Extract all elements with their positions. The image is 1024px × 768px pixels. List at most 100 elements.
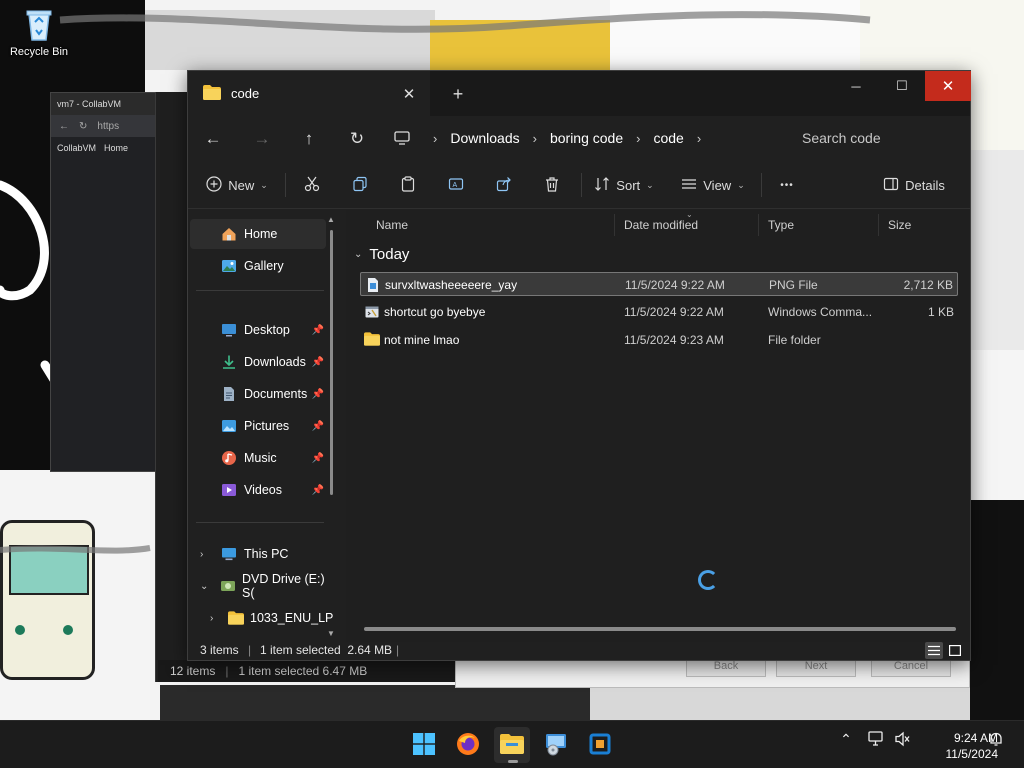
- group-header-today[interactable]: ⌄ Today: [354, 246, 409, 263]
- delete-button[interactable]: [538, 171, 566, 199]
- up-arrow-icon[interactable]: ↑: [294, 124, 324, 154]
- chevron-up-icon[interactable]: ⌃: [836, 731, 856, 748]
- breadcrumb-code[interactable]: code: [653, 130, 683, 146]
- sidebar-item-label: Videos: [244, 483, 282, 497]
- sidebar-item-1033-enu-lp[interactable]: › 1033_ENU_LP: [190, 603, 333, 633]
- sidebar-item-gallery[interactable]: Gallery: [190, 251, 326, 281]
- back-arrow-icon[interactable]: ←: [198, 124, 228, 154]
- firefox-button[interactable]: [450, 727, 486, 763]
- chevron-right-icon[interactable]: ›: [433, 131, 437, 146]
- column-header-size[interactable]: Size: [888, 218, 911, 232]
- more-options-button[interactable]: •••: [772, 171, 802, 199]
- chevron-down-icon: ⌄: [737, 179, 745, 190]
- refresh-icon[interactable]: ↻: [79, 121, 87, 132]
- details-view-icon[interactable]: [925, 642, 943, 659]
- background-browser-window[interactable]: vm7 - CollabVM ← ↻ https CollabVM Home: [50, 92, 160, 472]
- close-tab-icon[interactable]: ✕: [398, 83, 420, 105]
- chevron-right-icon[interactable]: ›: [533, 131, 537, 146]
- breadcrumb-downloads[interactable]: Downloads: [450, 130, 519, 146]
- column-header-date[interactable]: Date modified: [624, 218, 698, 232]
- sidebar-item-music[interactable]: Music 📌: [190, 443, 326, 473]
- chevron-right-icon[interactable]: ›: [210, 613, 213, 624]
- horizontal-scrollbar[interactable]: [364, 627, 956, 631]
- start-button[interactable]: [406, 727, 442, 763]
- column-header-name[interactable]: Name: [376, 218, 408, 232]
- sidebar-item-videos[interactable]: Videos 📌: [190, 475, 326, 505]
- sidebar-item-pictures[interactable]: Pictures 📌: [190, 411, 326, 441]
- file-row[interactable]: shortcut go byebye 11/5/2024 9:22 AM Win…: [360, 300, 958, 324]
- notification-bell-icon[interactable]: [986, 731, 1006, 747]
- column-divider[interactable]: [878, 214, 879, 236]
- volume-muted-icon[interactable]: [892, 731, 914, 747]
- network-icon[interactable]: [866, 731, 888, 747]
- sidebar-item-label: Gallery: [244, 259, 284, 273]
- file-row[interactable]: not mine lmao 11/5/2024 9:23 AM File fol…: [360, 328, 958, 352]
- minimize-button[interactable]: ─: [833, 71, 879, 101]
- recycle-bin-shortcut[interactable]: Recycle Bin: [6, 6, 72, 58]
- rename-icon: A: [448, 176, 464, 195]
- sort-button[interactable]: Sort ⌄: [592, 171, 656, 199]
- file-row[interactable]: survxltwasheeeeere_yay 11/5/2024 9:22 AM…: [360, 272, 958, 296]
- new-label: New: [228, 177, 255, 193]
- home-link[interactable]: Home: [104, 143, 128, 153]
- breadcrumb[interactable]: › Downloads › boring code › code ›: [394, 122, 782, 154]
- new-tab-button[interactable]: +: [446, 83, 470, 105]
- gallery-icon: [220, 257, 238, 275]
- column-header-type[interactable]: Type: [768, 218, 794, 232]
- scroll-down-icon[interactable]: ▼: [327, 629, 335, 638]
- chevron-down-icon[interactable]: ⌄: [354, 249, 362, 260]
- pin-icon[interactable]: 📌: [312, 485, 324, 496]
- file-explorer-icon: [500, 733, 524, 757]
- pin-icon[interactable]: 📌: [312, 453, 324, 464]
- sidebar-item-documents[interactable]: Documents 📌: [190, 379, 326, 409]
- new-button[interactable]: New ⌄: [204, 171, 270, 199]
- chevron-down-icon[interactable]: ⌄: [200, 581, 208, 592]
- column-divider[interactable]: [758, 214, 759, 236]
- file-type: Windows Comma...: [768, 305, 873, 319]
- file-explorer-button[interactable]: [494, 727, 530, 763]
- view-button[interactable]: View ⌄: [678, 171, 748, 199]
- tiles-view-icon[interactable]: [946, 642, 964, 659]
- chevron-right-icon[interactable]: ›: [636, 131, 640, 146]
- copy-button[interactable]: [346, 171, 374, 199]
- browser-address[interactable]: https: [97, 121, 119, 132]
- recycle-bin-label: Recycle Bin: [9, 46, 69, 58]
- sidebar-item-desktop[interactable]: Desktop 📌: [190, 315, 326, 345]
- site-label: CollabVM: [57, 143, 97, 153]
- virtualbox-button[interactable]: [582, 727, 618, 763]
- scroll-up-icon[interactable]: ▲: [327, 215, 335, 224]
- share-button[interactable]: [490, 171, 518, 199]
- back-arrow-icon[interactable]: ←: [59, 121, 69, 132]
- cut-button[interactable]: [298, 171, 326, 199]
- sidebar-item-this-pc[interactable]: › This PC: [190, 539, 326, 569]
- rename-button[interactable]: A: [442, 171, 470, 199]
- file-explorer-window[interactable]: code ✕ + ─ ☐ ✕ ← → ↑ ↻ › Downloads › bor…: [187, 70, 971, 661]
- sidebar-item-downloads[interactable]: Downloads 📌: [190, 347, 326, 377]
- nav-scrollbar[interactable]: [330, 230, 333, 495]
- installer-button[interactable]: [538, 727, 574, 763]
- maximize-button[interactable]: ☐: [879, 71, 925, 101]
- title-bar[interactable]: code ✕ + ─ ☐ ✕: [188, 71, 971, 116]
- file-date: 11/5/2024 9:22 AM: [625, 278, 725, 292]
- refresh-icon[interactable]: ↻: [342, 124, 372, 154]
- pin-icon[interactable]: 📌: [312, 389, 324, 400]
- details-pane-button[interactable]: Details: [882, 171, 946, 199]
- tab-code[interactable]: code ✕: [188, 71, 430, 116]
- sidebar-item-home[interactable]: Home: [190, 219, 326, 249]
- pin-icon[interactable]: 📌: [312, 421, 324, 432]
- column-divider[interactable]: [614, 214, 615, 236]
- nav-divider: [196, 522, 324, 523]
- close-button[interactable]: ✕: [925, 71, 971, 101]
- music-icon: [220, 449, 238, 467]
- chevron-right-icon[interactable]: ›: [200, 549, 203, 560]
- breadcrumb-boring-code[interactable]: boring code: [550, 130, 623, 146]
- sidebar-item-dvd-drive[interactable]: ⌄ DVD Drive (E:) S(: [190, 571, 326, 601]
- forward-arrow-icon[interactable]: →: [247, 124, 277, 154]
- paste-button[interactable]: [394, 171, 422, 199]
- monitor-icon[interactable]: [394, 131, 416, 145]
- pin-icon[interactable]: 📌: [312, 357, 324, 368]
- browser-tab[interactable]: vm7 - CollabVM: [51, 93, 159, 115]
- chevron-right-icon[interactable]: ›: [697, 131, 701, 146]
- search-input[interactable]: Search code: [788, 122, 964, 154]
- pin-icon[interactable]: 📌: [312, 325, 324, 336]
